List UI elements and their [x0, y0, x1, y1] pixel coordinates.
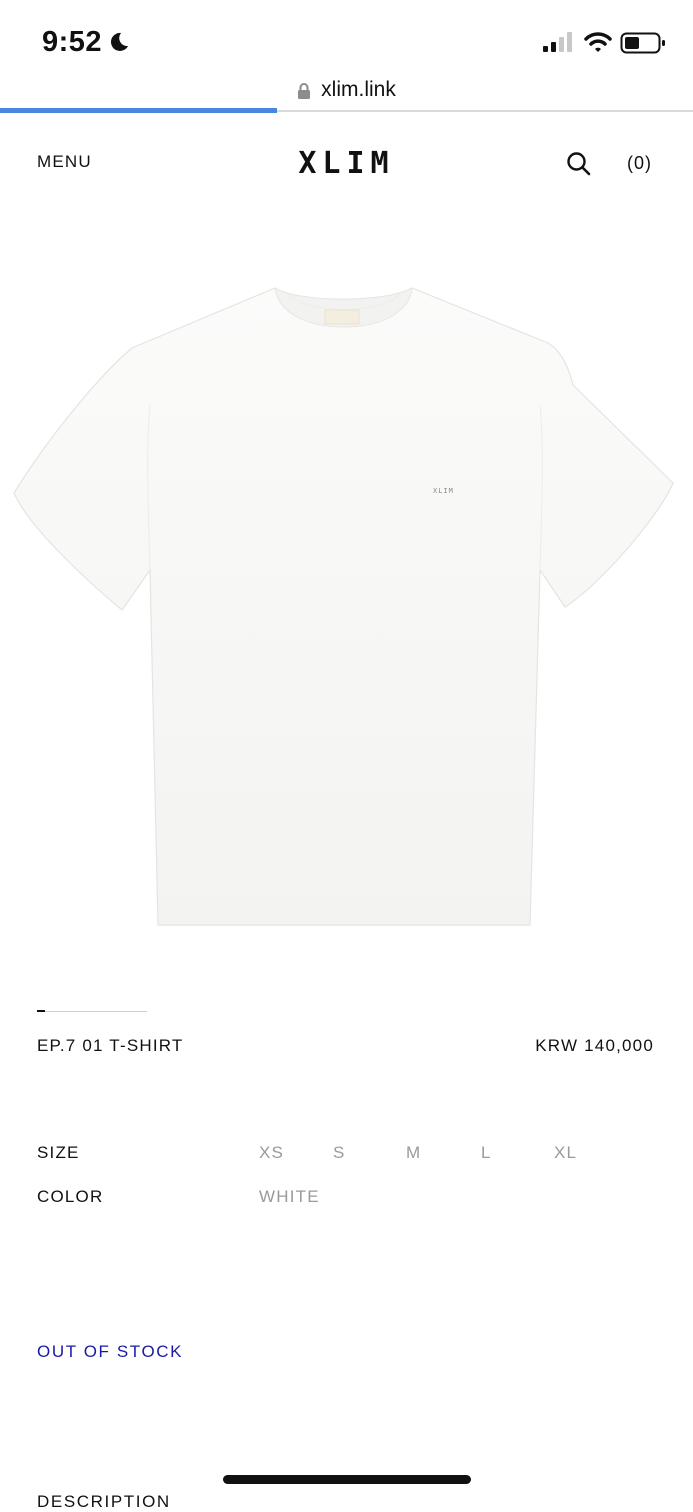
home-indicator[interactable] [223, 1475, 471, 1484]
status-bar: 9:52 [0, 0, 693, 70]
cart-button[interactable]: (0) [627, 153, 652, 174]
image-slider-track[interactable] [37, 1011, 147, 1012]
address-bar[interactable]: xlim.link [0, 70, 693, 110]
size-option-s[interactable]: S [333, 1143, 346, 1163]
signal-icon [543, 32, 572, 52]
wifi-icon [584, 32, 612, 52]
size-option-l[interactable]: L [481, 1143, 492, 1163]
size-label: SIZE [37, 1143, 80, 1162]
size-option-m[interactable]: M [406, 1143, 421, 1163]
search-icon[interactable] [566, 151, 591, 176]
moon-icon [110, 32, 128, 51]
size-option-xs[interactable]: XS [259, 1143, 284, 1163]
lock-icon [298, 83, 311, 99]
url-text: xlim.link [321, 78, 396, 101]
page-load-progress-fill [0, 108, 278, 113]
product-name: EP.7 01 T-SHIRT [37, 1036, 184, 1055]
shirt-chest-logo: XLIM [433, 487, 454, 495]
color-option-white[interactable]: WHITE [259, 1187, 320, 1207]
product-price: KRW 140,000 [535, 1036, 654, 1055]
status-time: 9:52 [42, 26, 103, 58]
image-slider-position [37, 1010, 45, 1012]
product-image-tshirt[interactable]: XLIM [0, 255, 693, 955]
size-option-xl[interactable]: XL [554, 1143, 577, 1163]
page-load-progress [0, 108, 693, 113]
color-label: COLOR [37, 1187, 104, 1206]
out-of-stock-status: OUT OF STOCK [37, 1342, 184, 1361]
description-heading[interactable]: DESCRIPTION [37, 1492, 171, 1512]
battery-icon [620, 32, 665, 54]
